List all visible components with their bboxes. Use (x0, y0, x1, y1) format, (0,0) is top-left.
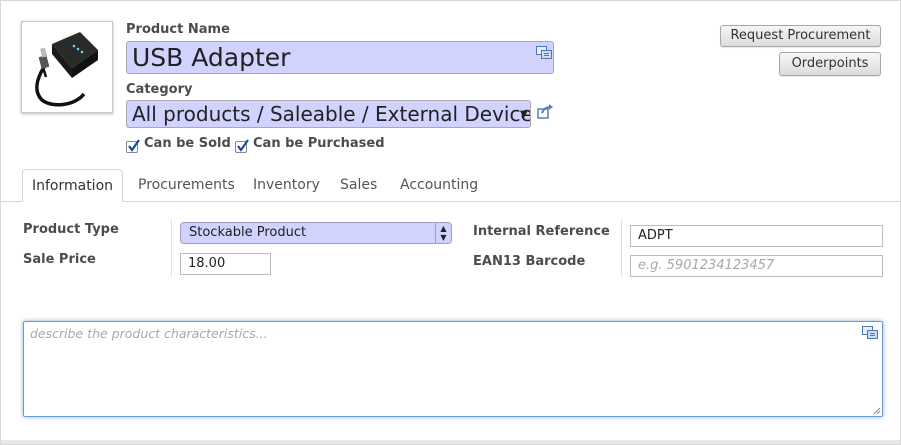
request-procurement-button[interactable]: Request Procurement (720, 25, 881, 47)
can-be-purchased-checkbox[interactable] (235, 139, 249, 153)
bottom-strip (1, 440, 900, 444)
can-be-sold-checkbox[interactable] (126, 139, 140, 153)
select-arrows-icon: ▲ ▼ (435, 223, 451, 243)
translate-icon[interactable] (536, 45, 552, 59)
column-divider (171, 219, 172, 277)
product-form: Product Name USB Adapter Category All pr… (0, 0, 901, 445)
sale-price-input[interactable]: 18.00 (180, 253, 271, 275)
tab-sales[interactable]: Sales (340, 169, 377, 202)
ean13-input[interactable]: e.g. 5901234123457 (630, 255, 883, 277)
tab-inventory[interactable]: Inventory (253, 169, 320, 202)
internal-reference-label: Internal Reference (473, 224, 610, 239)
category-select[interactable]: All products / Saleable / External Devic… (126, 100, 531, 128)
translate-icon-description[interactable] (862, 326, 878, 340)
product-name-label: Product Name (126, 22, 230, 37)
category-label: Category (126, 82, 193, 97)
product-image[interactable] (21, 21, 113, 113)
internal-reference-input[interactable]: ADPT (630, 225, 883, 247)
usb-adapter-image (35, 32, 98, 107)
product-name-input[interactable]: USB Adapter (126, 41, 554, 74)
resize-handle-icon[interactable] (873, 407, 881, 415)
external-link-icon[interactable] (537, 104, 553, 119)
tab-accounting[interactable]: Accounting (400, 169, 478, 202)
column-divider-right (621, 219, 622, 277)
orderpoints-button[interactable]: Orderpoints (779, 52, 881, 76)
tab-information[interactable]: Information (22, 169, 123, 202)
product-type-select[interactable]: Stockable Product ▲ ▼ (180, 222, 452, 244)
sale-price-label: Sale Price (23, 252, 96, 267)
description-textarea[interactable]: describe the product characteristics... (23, 321, 883, 417)
tab-procurements[interactable]: Procurements (138, 169, 235, 202)
can-be-sold-label: Can be Sold (144, 136, 231, 151)
product-type-label: Product Type (23, 222, 119, 237)
ean13-label: EAN13 Barcode (473, 254, 586, 269)
can-be-purchased-label: Can be Purchased (253, 136, 385, 151)
product-type-value: Stockable Product (189, 225, 307, 240)
description-placeholder: describe the product characteristics... (30, 326, 268, 341)
chevron-down-icon[interactable]: ▼ (520, 109, 528, 120)
